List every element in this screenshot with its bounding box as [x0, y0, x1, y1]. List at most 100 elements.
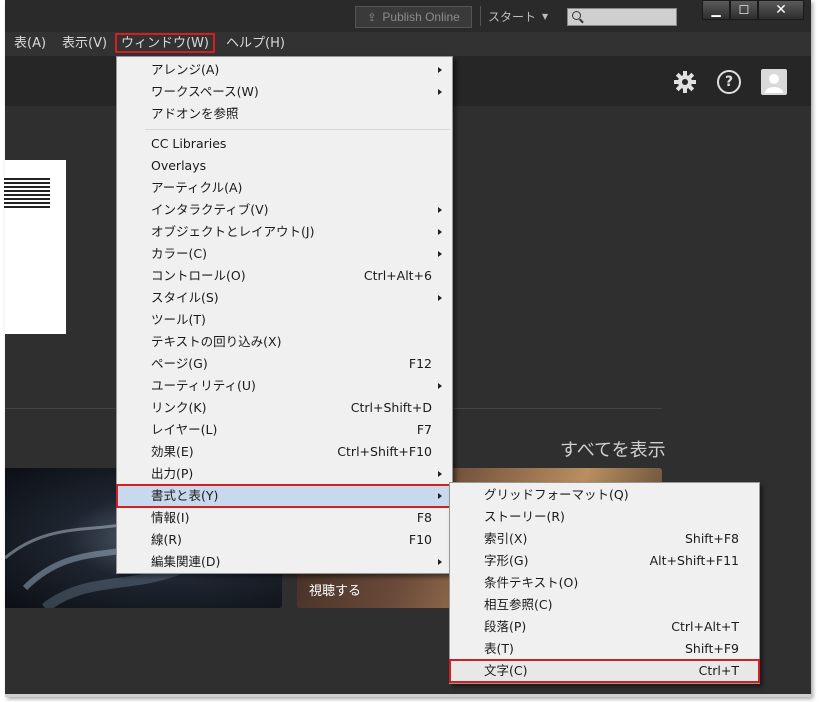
menu-item-cross-references[interactable]: 相互参照(C): [450, 594, 759, 616]
recent-document-thumbnail[interactable]: [4, 160, 66, 334]
menu-item-overlays[interactable]: Overlays: [117, 155, 452, 177]
menu-item-label: 段落(P): [484, 619, 527, 634]
menu-item-index[interactable]: 索引(X) Shift+F8: [450, 528, 759, 550]
menu-item-shortcut: Ctrl+Alt+6: [363, 268, 432, 283]
menu-bar: 表(A) 表示(V) ウィンドウ(W) ヘルプ(H): [5, 32, 811, 56]
menu-item-label: ストーリー(R): [484, 509, 565, 524]
text-line: [4, 202, 50, 204]
menu-item-workspace[interactable]: ワークスペース(W): [117, 81, 452, 103]
menu-item-shortcut: Ctrl+T: [698, 663, 739, 678]
maximize-button[interactable]: ☐: [730, 0, 758, 20]
text-line: [4, 194, 50, 196]
minimize-button[interactable]: ▁: [702, 0, 730, 20]
menu-item-label: 編集関連(D): [151, 554, 221, 569]
menu-item-object-layout[interactable]: オブジェクトとレイアウト(J): [117, 221, 452, 243]
menu-item-story[interactable]: ストーリー(R): [450, 506, 759, 528]
menu-separator: [145, 129, 450, 130]
menu-item-paragraph[interactable]: 段落(P) Ctrl+Alt+T: [450, 616, 759, 638]
menu-item-pages[interactable]: ページ(G) F12: [117, 353, 452, 375]
menu-item-info[interactable]: 情報(I) F8: [117, 507, 452, 529]
menu-item-label: ユーティリティ(U): [151, 378, 256, 393]
menu-item-label: オブジェクトとレイアウト(J): [151, 224, 315, 239]
menu-item-shortcut: Ctrl+Shift+F10: [337, 444, 432, 459]
menu-item-control[interactable]: コントロール(O) Ctrl+Alt+6: [117, 265, 452, 287]
title-bar: ⇪ Publish Online スタート ▼ ▁ ☐ ✕: [5, 0, 811, 32]
menu-item-glyphs[interactable]: 字形(G) Alt+Shift+F11: [450, 550, 759, 572]
close-icon: ✕: [775, 2, 787, 18]
menu-item-effects[interactable]: 効果(E) Ctrl+Shift+F10: [117, 441, 452, 463]
menu-item-shortcut: Alt+Shift+F11: [649, 553, 739, 568]
help-glyph: ?: [724, 74, 734, 90]
menu-item-label: 情報(I): [151, 510, 190, 525]
menu-item-browse-addons[interactable]: アドオンを参照: [117, 103, 452, 125]
publish-online-button[interactable]: ⇪ Publish Online: [355, 6, 472, 28]
help-icon[interactable]: ?: [717, 70, 741, 94]
submenu-arrow-icon: [438, 295, 442, 301]
type-tables-submenu: グリッドフォーマット(Q) ストーリー(R) 索引(X) Shift+F8 字形(…: [449, 482, 760, 684]
maximize-icon: ☐: [738, 3, 750, 17]
text-line: [4, 186, 50, 188]
menu-window[interactable]: ウィンドウ(W): [115, 33, 215, 53]
menu-item-interactive[interactable]: インタラクティブ(V): [117, 199, 452, 221]
window-menu-dropdown: アレンジ(A) ワークスペース(W) アドオンを参照 CC Libraries …: [116, 56, 453, 574]
menu-item-label: 表(T): [484, 641, 514, 656]
close-button[interactable]: ✕: [758, 0, 804, 20]
menu-item-label: レイヤー(L): [151, 422, 218, 437]
window-bottom-edge: [5, 694, 811, 697]
menu-item-layers[interactable]: レイヤー(L) F7: [117, 419, 452, 441]
watch-label: 視聴する: [309, 584, 362, 599]
menu-item-text-wrap[interactable]: テキストの回り込み(X): [117, 331, 452, 353]
menu-item-label: 索引(X): [484, 531, 528, 546]
chevron-down-icon: ▼: [542, 11, 549, 21]
menu-item-output[interactable]: 出力(P): [117, 463, 452, 485]
menu-item-character[interactable]: 文字(C) Ctrl+T: [449, 659, 760, 683]
menu-item-label: 書式と表(Y): [151, 488, 219, 503]
workspace-switcher[interactable]: スタート ▼: [488, 5, 548, 27]
menu-item-links[interactable]: リンク(K) Ctrl+Shift+D: [117, 397, 452, 419]
minimize-icon: ▁: [711, 3, 721, 17]
menu-item-grid-format[interactable]: グリッドフォーマット(Q): [450, 484, 759, 506]
menu-item-stroke[interactable]: 線(R) F10: [117, 529, 452, 551]
workspace-label: スタート: [488, 9, 537, 24]
menu-item-utilities[interactable]: ユーティリティ(U): [117, 375, 452, 397]
menu-item-table[interactable]: 表(T) Shift+F9: [450, 638, 759, 660]
menu-item-styles[interactable]: スタイル(S): [117, 287, 452, 309]
menu-item-cc-libraries[interactable]: CC Libraries: [117, 133, 452, 155]
menu-item-label: リンク(K): [151, 400, 207, 415]
menu-view[interactable]: 表示(V): [59, 35, 110, 55]
menu-item-label: グリッドフォーマット(Q): [484, 487, 629, 502]
menu-item-label: カラー(C): [151, 246, 207, 261]
menu-help[interactable]: ヘルプ(H): [223, 35, 288, 55]
menu-item-arrange[interactable]: アレンジ(A): [117, 59, 452, 81]
menu-item-label: CC Libraries: [151, 136, 227, 151]
menu-item-color[interactable]: カラー(C): [117, 243, 452, 265]
menu-item-label: アーティクル(A): [151, 180, 243, 195]
menu-table[interactable]: 表(A): [11, 35, 49, 55]
menu-item-type-tables[interactable]: 書式と表(Y): [116, 484, 453, 508]
text-line: [4, 206, 50, 208]
submenu-arrow-icon: [438, 251, 442, 257]
menu-item-tools[interactable]: ツール(T): [117, 309, 452, 331]
see-all-link[interactable]: すべてを表示: [560, 436, 666, 462]
share-icon: ⇪: [367, 11, 377, 24]
submenu-arrow-icon: [438, 229, 442, 235]
gear-icon[interactable]: [673, 70, 697, 94]
menu-item-articles[interactable]: アーティクル(A): [117, 177, 452, 199]
menu-item-label: ツール(T): [151, 312, 206, 327]
menu-item-label: テキストの回り込み(X): [151, 334, 282, 349]
menu-item-shortcut: F8: [416, 510, 432, 525]
menu-item-shortcut: F12: [408, 356, 432, 371]
menu-item-conditional-text[interactable]: 条件テキスト(O): [450, 572, 759, 594]
avatar[interactable]: [761, 69, 787, 95]
menu-item-label: ワークスペース(W): [151, 84, 259, 99]
text-line: [4, 178, 50, 180]
search-icon: [572, 11, 581, 20]
menu-item-label: スタイル(S): [151, 290, 219, 305]
menu-item-label: ページ(G): [151, 356, 208, 371]
menu-item-label: コントロール(O): [151, 268, 246, 283]
menu-item-editorial[interactable]: 編集関連(D): [117, 551, 452, 573]
submenu-arrow-icon: [438, 559, 442, 565]
menu-item-shortcut: Ctrl+Shift+D: [350, 400, 432, 415]
search-input[interactable]: [567, 8, 677, 26]
menu-item-label: アレンジ(A): [151, 62, 220, 77]
